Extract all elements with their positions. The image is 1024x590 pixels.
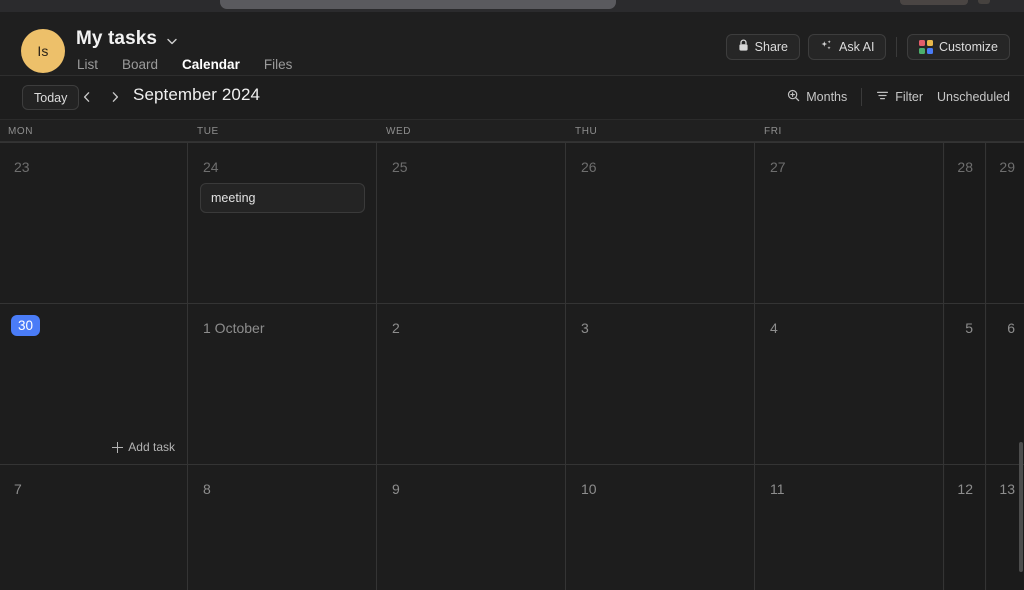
calendar-day-cell[interactable]: 8	[189, 465, 377, 590]
ask-ai-button[interactable]: Ask AI	[808, 34, 886, 60]
day-number: 28	[957, 159, 973, 175]
header-actions: Share Ask AI Customize	[726, 34, 1010, 60]
ask-ai-button-label: Ask AI	[839, 40, 874, 54]
day-number: 5	[965, 320, 973, 336]
app-header: Is My tasks List Board Calendar Files	[0, 12, 1024, 76]
calendar-day-cell[interactable]: 27	[756, 143, 944, 303]
sparkle-icon	[820, 39, 833, 55]
zoom-in-icon	[787, 89, 800, 105]
page-title-row: My tasks	[76, 28, 179, 50]
calendar-event-card[interactable]: meeting	[200, 183, 365, 213]
calendar-day-cell[interactable]: 9	[378, 465, 566, 590]
chevron-left-icon	[80, 90, 94, 104]
prev-month-button[interactable]	[76, 86, 98, 108]
day-number: 24	[203, 159, 219, 175]
day-number: 29	[999, 159, 1015, 175]
day-number: 4	[770, 320, 778, 336]
header-action-divider	[896, 37, 897, 57]
weekday-header-tue: TUE	[197, 126, 219, 137]
calendar-day-cell[interactable]: 24 meeting	[189, 143, 377, 303]
customize-button[interactable]: Customize	[907, 34, 1010, 60]
day-number: 8	[203, 481, 211, 497]
calendar-day-cell[interactable]: 4	[756, 304, 944, 464]
lock-icon	[738, 39, 749, 55]
calendar-grid: 2324meeting252627282930Add task1 October…	[0, 142, 1024, 590]
page-title: My tasks	[76, 28, 157, 50]
calendar-day-cell[interactable]: 1 October	[189, 304, 377, 464]
day-number-today: 30	[11, 315, 40, 336]
calendar-week-row: 7 8 9 10 11 12 13	[0, 464, 1024, 590]
calendar-day-cell[interactable]: 11	[756, 465, 944, 590]
calendar-day-cell[interactable]: 23	[0, 143, 188, 303]
day-number: 25	[392, 159, 408, 175]
browser-chrome-strip	[0, 0, 1024, 12]
toolbar-divider	[861, 88, 862, 106]
day-number: 7	[14, 481, 22, 497]
share-button-label: Share	[755, 40, 788, 54]
app-window: Is My tasks List Board Calendar Files	[0, 0, 1024, 590]
day-number: 6	[1007, 320, 1015, 336]
calendar-day-cell[interactable]: 30 Add task	[0, 304, 188, 464]
calendar-scrollbar[interactable]	[1018, 142, 1024, 590]
calendar-day-cell[interactable]: 28	[945, 143, 986, 303]
day-number: 26	[581, 159, 597, 175]
day-number: 2	[392, 320, 400, 336]
unscheduled-label: Unscheduled	[937, 90, 1010, 104]
weekday-header-thu: THU	[575, 126, 597, 137]
calendar-day-cell[interactable]: 12	[945, 465, 986, 590]
day-number: 9	[392, 481, 400, 497]
color-grid-icon	[919, 40, 933, 54]
unscheduled-button[interactable]: Unscheduled	[937, 90, 1010, 104]
add-task-label: Add task	[128, 440, 175, 454]
day-number: 3	[581, 320, 589, 336]
browser-toolbar-pill-secondary[interactable]	[978, 0, 990, 4]
next-month-button[interactable]	[104, 86, 126, 108]
calendar-day-cell[interactable]: 3	[567, 304, 755, 464]
weekday-header-mon: MON	[8, 126, 33, 137]
calendar-day-cell[interactable]: 5	[945, 304, 986, 464]
calendar-week-row: 30 Add task 1 October 2 3 4 5 6	[0, 303, 1024, 464]
day-number: 27	[770, 159, 786, 175]
browser-toolbar-pill[interactable]	[900, 0, 968, 5]
calendar-toolbar: Today September 2024 Months	[0, 76, 1024, 120]
customize-button-label: Customize	[939, 40, 998, 54]
day-number: 11	[770, 481, 785, 497]
avatar[interactable]: Is	[21, 29, 65, 73]
day-number: 23	[14, 159, 30, 175]
chevron-down-icon[interactable]	[165, 34, 179, 48]
weekday-header-row: MON TUE WED THU FRI	[0, 120, 1024, 142]
plus-icon	[112, 442, 123, 453]
calendar-day-cell[interactable]: 25	[378, 143, 566, 303]
filter-button[interactable]: Filter	[876, 89, 923, 105]
months-zoom-button[interactable]: Months	[787, 89, 847, 105]
current-month-label: September 2024	[133, 85, 260, 105]
chevron-right-icon	[108, 90, 122, 104]
calendar-day-cell[interactable]: 26	[567, 143, 755, 303]
day-number: 12	[957, 481, 973, 497]
day-number: 1 October	[203, 320, 264, 336]
today-button[interactable]: Today	[22, 85, 79, 110]
share-button[interactable]: Share	[726, 34, 800, 60]
day-number: 13	[999, 481, 1015, 497]
browser-address-bar[interactable]	[220, 0, 616, 9]
calendar-day-cell[interactable]: 10	[567, 465, 755, 590]
toolbar-right-actions: Months Filter Unscheduled	[787, 88, 1010, 106]
calendar-week-row: 23 24 meeting 25 26 27 28 29	[0, 142, 1024, 303]
calendar-day-cell[interactable]: 2	[378, 304, 566, 464]
weekday-header-wed: WED	[386, 126, 411, 137]
calendar-day-cell[interactable]: 7	[0, 465, 188, 590]
calendar-scrollbar-thumb[interactable]	[1019, 442, 1023, 572]
weekday-header-fri: FRI	[764, 126, 782, 137]
months-label: Months	[806, 90, 847, 104]
filter-icon	[876, 89, 889, 105]
day-number: 10	[581, 481, 597, 497]
add-task-button[interactable]: Add task	[112, 440, 175, 454]
filter-label: Filter	[895, 90, 923, 104]
